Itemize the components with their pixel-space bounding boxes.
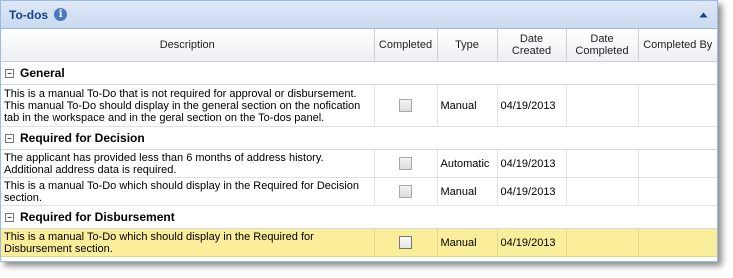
date-created-cell: 04/19/2013 [497, 228, 567, 257]
completed-by-cell [638, 84, 717, 127]
column-header-type[interactable]: Type [437, 29, 498, 62]
description-cell: This is a manual To-Do which should disp… [1, 177, 375, 206]
collapse-up-icon[interactable] [697, 9, 709, 21]
description-cell: The applicant has provided less than 6 m… [1, 149, 375, 178]
column-header-date-completed[interactable]: Date Completed [566, 29, 639, 62]
group-header-general[interactable]: − General [1, 61, 717, 85]
type-cell: Automatic [437, 149, 498, 178]
date-created-cell: 04/19/2013 [497, 177, 567, 206]
completed-by-cell [638, 228, 717, 257]
completed-cell [374, 149, 438, 178]
date-completed-cell [566, 84, 639, 127]
completed-cell [374, 84, 438, 127]
completed-by-cell [638, 149, 717, 178]
todos-grid: Description Completed Type Date Created … [1, 29, 717, 257]
grid-header-row: Description Completed Type Date Created … [1, 29, 717, 62]
column-header-description[interactable]: Description [1, 29, 375, 62]
table-row[interactable]: This is a manual To-Do which should disp… [1, 177, 717, 206]
description-cell: This is a manual To-Do which should disp… [1, 228, 375, 257]
group-header-required-for-decision[interactable]: − Required for Decision [1, 126, 717, 150]
completed-by-cell [638, 177, 717, 206]
group-header-required-for-disbursement[interactable]: − Required for Disbursement [1, 205, 717, 229]
panel-header: To-dos i [1, 1, 717, 29]
completed-cell [374, 228, 438, 257]
group-title: Required for Decision [20, 131, 145, 145]
date-created-cell: 04/19/2013 [497, 149, 567, 178]
type-cell: Manual [437, 84, 498, 127]
column-header-date-created[interactable]: Date Created [497, 29, 567, 62]
column-header-date-created-label: Date Created [511, 33, 552, 57]
todos-panel: To-dos i Description Completed Type Date… [0, 0, 718, 262]
column-header-completed[interactable]: Completed [374, 29, 438, 62]
completed-checkbox[interactable] [399, 99, 412, 112]
date-completed-cell [566, 228, 639, 257]
column-header-date-completed-label: Date Completed [575, 33, 629, 57]
collapse-group-icon[interactable]: − [5, 69, 14, 79]
description-cell: This is a manual To-Do that is not requi… [1, 84, 375, 127]
collapse-group-icon[interactable]: − [5, 134, 14, 144]
date-completed-cell [566, 149, 639, 178]
group-title: Required for Disbursement [20, 210, 175, 224]
completed-checkbox[interactable] [399, 185, 412, 198]
group-title: General [20, 66, 65, 80]
date-created-cell: 04/19/2013 [497, 84, 567, 127]
date-completed-cell [566, 177, 639, 206]
type-cell: Manual [437, 228, 498, 257]
info-icon[interactable]: i [54, 8, 68, 21]
column-header-completed-by[interactable]: Completed By [638, 29, 717, 62]
table-row[interactable]: The applicant has provided less than 6 m… [1, 149, 717, 178]
table-row[interactable]: This is a manual To-Do that is not requi… [1, 84, 717, 127]
table-row-selected[interactable]: This is a manual To-Do which should disp… [1, 228, 717, 257]
panel-title: To-dos [9, 7, 49, 22]
completed-cell [374, 177, 438, 206]
completed-checkbox[interactable] [399, 236, 412, 249]
type-cell: Manual [437, 177, 498, 206]
completed-checkbox[interactable] [399, 157, 412, 170]
collapse-group-icon[interactable]: − [5, 213, 14, 223]
